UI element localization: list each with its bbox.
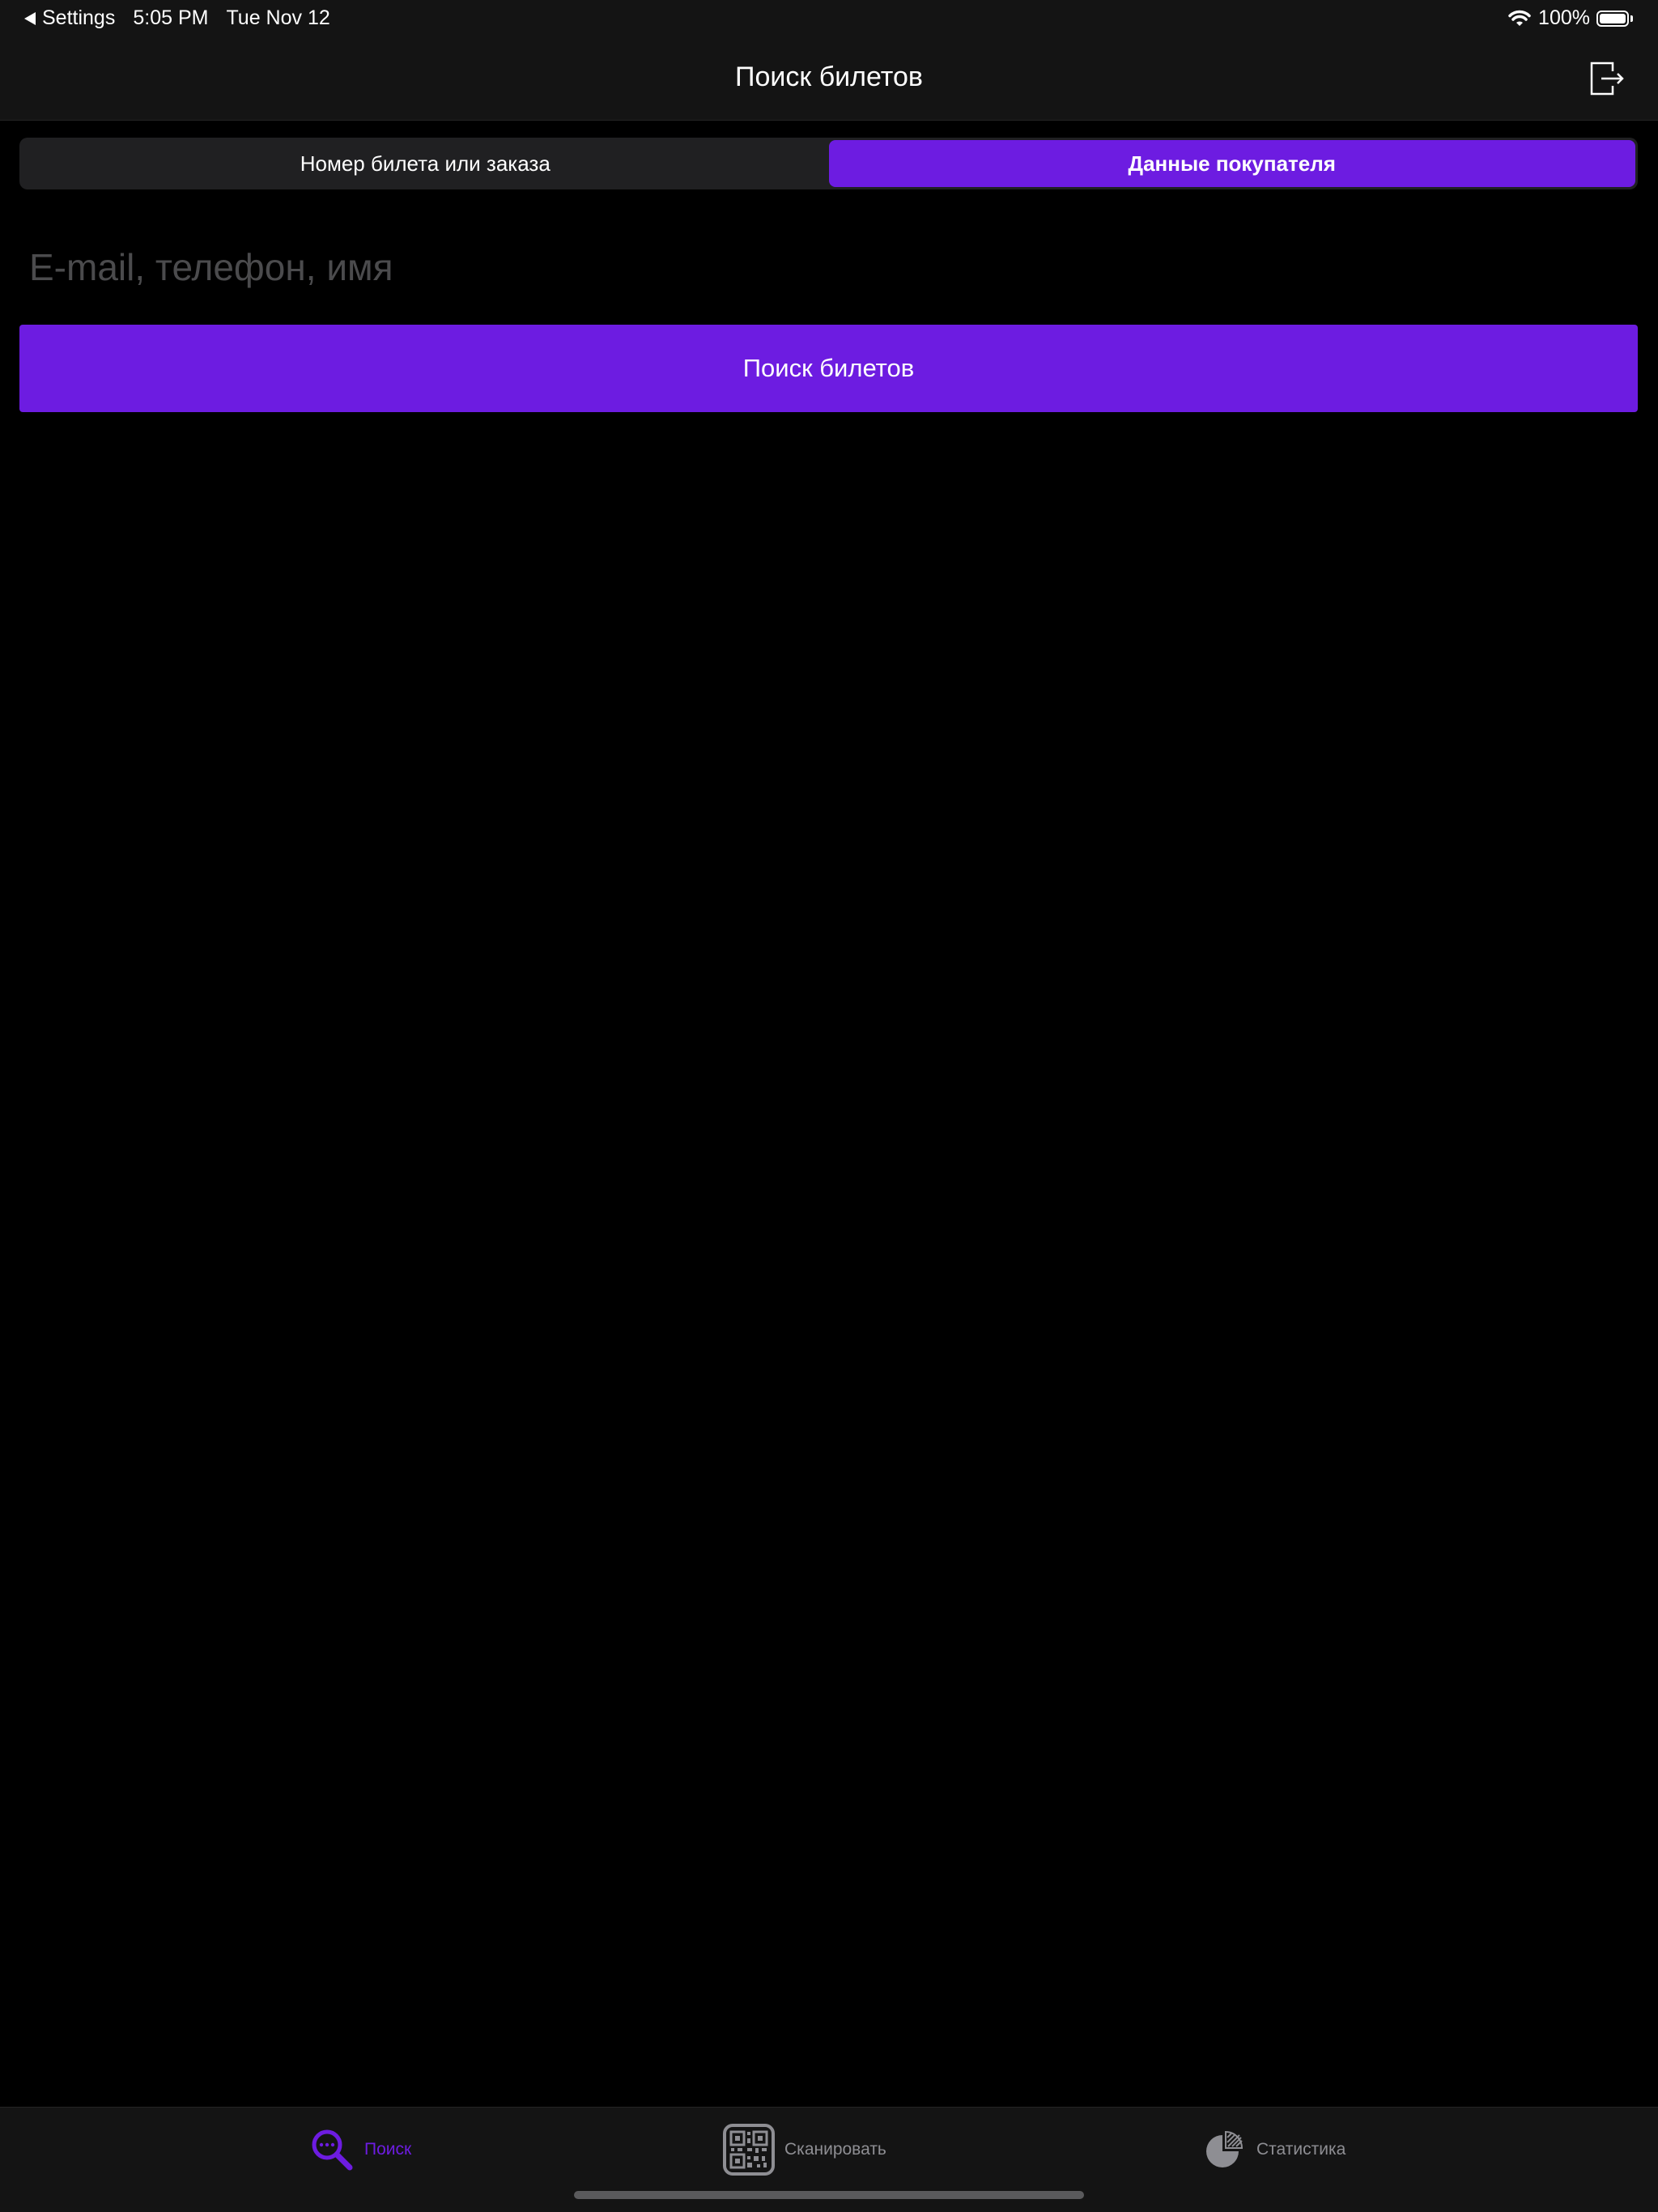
tab-scan-label: Сканировать	[784, 2140, 886, 2159]
tab-scan[interactable]: Сканировать	[723, 2124, 886, 2176]
search-input[interactable]	[19, 227, 1638, 308]
status-right: 100%	[1507, 6, 1634, 30]
pie-chart-icon	[1206, 2130, 1244, 2167]
battery-fill	[1600, 13, 1626, 23]
back-to-settings-button[interactable]: Settings	[24, 6, 115, 30]
tab-statistics-label: Статистика	[1256, 2140, 1346, 2159]
status-time: 5:05 PM	[133, 6, 209, 29]
page-title: Поиск билетов	[735, 62, 923, 92]
search-mode-segmented-control: Номер билета или заказа Данные покупател…	[19, 138, 1638, 189]
segment-buyer-data[interactable]: Данные покупателя	[828, 140, 1635, 187]
tab-statistics[interactable]: Статистика	[1201, 2124, 1346, 2176]
tab-search-label: Поиск	[364, 2140, 412, 2159]
logout-button[interactable]	[1588, 60, 1626, 97]
qr-code-icon	[723, 2124, 775, 2176]
segment-ticket-number[interactable]: Номер билета или заказа	[22, 140, 829, 187]
back-arrow-icon	[24, 11, 36, 25]
app-screen: Settings 5:05 PM Tue Nov 12 100% Поиск б…	[0, 0, 1658, 2212]
status-bar: Settings 5:05 PM Tue Nov 12 100%	[0, 0, 1658, 37]
logout-icon	[1590, 62, 1624, 96]
battery-icon	[1596, 10, 1634, 28]
status-date: Tue Nov 12	[226, 6, 330, 29]
search-tickets-button[interactable]: Поиск билетов	[19, 325, 1638, 412]
wifi-icon	[1508, 10, 1531, 26]
status-left: Settings 5:05 PM Tue Nov 12	[24, 6, 330, 30]
tab-search[interactable]: Поиск	[309, 2124, 411, 2176]
navigation-bar: Поиск билетов	[0, 37, 1658, 121]
back-label: Settings	[42, 6, 116, 29]
battery-percent: 100%	[1538, 6, 1590, 29]
search-icon	[312, 2129, 353, 2171]
home-indicator[interactable]	[574, 2191, 1084, 2199]
